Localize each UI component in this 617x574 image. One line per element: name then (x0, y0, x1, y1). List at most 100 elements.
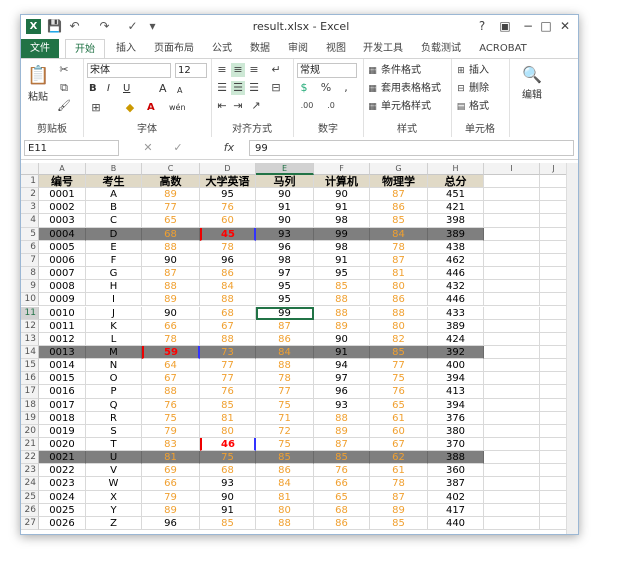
format-as-table-button[interactable]: 套用表格格式 (381, 82, 441, 96)
table-cell[interactable]: 76 (200, 201, 256, 215)
table-cell[interactable]: 446 (428, 293, 484, 307)
tab-file[interactable]: 文件 (21, 39, 59, 58)
table-cell[interactable]: F (86, 253, 142, 268)
shrink-font-button[interactable]: A (177, 84, 182, 98)
table-cell[interactable]: 64 (142, 359, 200, 373)
table-cell[interactable] (540, 254, 566, 268)
table-cell[interactable]: Q (86, 398, 142, 412)
table-cell[interactable]: U (86, 451, 142, 465)
column-header-j[interactable]: J (540, 163, 566, 175)
header-cell[interactable] (540, 175, 566, 189)
orientation-icon[interactable]: ↗ (249, 99, 263, 113)
table-cell[interactable]: 91 (256, 201, 314, 215)
table-cell[interactable]: 66 (314, 477, 370, 491)
table-cell[interactable]: 0017 (39, 398, 86, 412)
table-cell[interactable]: 77 (370, 359, 428, 373)
table-cell[interactable]: 88 (370, 306, 428, 320)
table-cell[interactable] (540, 280, 566, 294)
table-cell[interactable] (540, 320, 566, 333)
table-cell[interactable]: 0003 (39, 214, 86, 228)
name-box[interactable]: E11 (24, 140, 119, 156)
table-cell[interactable]: 90 (314, 188, 370, 202)
table-cell[interactable]: 87 (142, 267, 200, 281)
table-cell[interactable]: 87 (256, 319, 314, 333)
table-cell[interactable] (484, 188, 540, 202)
table-cell[interactable]: 98 (314, 240, 370, 254)
table-cell[interactable] (540, 359, 566, 373)
table-cell[interactable]: 85 (314, 451, 370, 465)
table-cell[interactable]: 88 (142, 240, 200, 254)
table-cell[interactable]: 394 (428, 372, 484, 386)
tab-developer[interactable]: 开发工具 (357, 39, 409, 58)
column-header-a[interactable]: A (39, 163, 86, 175)
table-cell[interactable]: 89 (314, 424, 370, 438)
table-cell[interactable]: 83 (142, 438, 200, 452)
table-cell[interactable]: 69 (142, 464, 200, 478)
table-cell[interactable]: 77 (200, 359, 256, 373)
table-cell[interactable]: 0022 (39, 464, 86, 478)
table-cell[interactable]: 87 (314, 438, 370, 452)
column-header-g[interactable]: G (370, 163, 428, 175)
table-cell[interactable]: 60 (370, 424, 428, 438)
tab-home[interactable]: 开始 (65, 39, 105, 59)
row-header[interactable]: 19 (21, 411, 39, 425)
table-cell[interactable] (484, 227, 540, 241)
currency-icon[interactable]: $ (297, 81, 311, 95)
table-cell[interactable]: 96 (256, 240, 314, 254)
delete-button[interactable]: 删除 (469, 82, 489, 96)
paste-icon[interactable]: 📋 (27, 65, 49, 87)
row-header[interactable]: 24 (21, 477, 39, 491)
row-header[interactable]: 10 (21, 293, 39, 307)
table-cell[interactable]: 78 (370, 477, 428, 491)
table-cell[interactable] (484, 280, 540, 294)
table-cell[interactable]: 413 (428, 385, 484, 399)
table-cell[interactable]: B (86, 201, 142, 215)
table-cell[interactable]: 68 (200, 464, 256, 478)
table-cell[interactable]: 0024 (39, 490, 86, 504)
column-header-c[interactable]: C (142, 163, 200, 175)
table-cell[interactable]: 86 (370, 293, 428, 307)
column-header-d[interactable]: D (200, 163, 256, 175)
table-cell[interactable]: 90 (142, 306, 200, 320)
table-cell[interactable]: 380 (428, 424, 484, 438)
select-all-corner[interactable] (21, 163, 39, 175)
comma-style-icon[interactable]: , (339, 81, 353, 95)
customize-qat-icon[interactable]: ▾ (145, 19, 160, 34)
fill-color-icon[interactable]: ◆ (123, 101, 137, 115)
table-cell[interactable]: 80 (200, 424, 256, 438)
table-cell[interactable]: 387 (428, 477, 484, 491)
table-cell[interactable] (484, 372, 540, 386)
table-cell[interactable]: 90 (314, 332, 370, 346)
row-header[interactable]: 15 (21, 359, 39, 373)
header-cell[interactable]: 物理学 (370, 175, 428, 189)
table-cell[interactable]: 61 (370, 464, 428, 478)
table-cell[interactable]: 86 (256, 464, 314, 478)
table-cell[interactable]: H (86, 280, 142, 294)
table-cell[interactable]: 90 (256, 214, 314, 228)
table-cell[interactable]: 89 (142, 503, 200, 517)
table-cell[interactable] (484, 214, 540, 228)
table-cell[interactable]: 0007 (39, 267, 86, 281)
header-cell[interactable]: 总分 (428, 175, 484, 189)
table-cell[interactable] (540, 372, 566, 386)
table-cell[interactable]: 90 (200, 490, 256, 504)
table-cell[interactable]: M (86, 345, 142, 360)
table-cell[interactable] (540, 267, 566, 281)
table-cell[interactable]: 85 (200, 516, 256, 531)
row-header[interactable]: 7 (21, 253, 39, 268)
table-cell[interactable] (540, 228, 566, 241)
row-header[interactable]: 11 (21, 306, 39, 320)
table-cell[interactable]: 96 (200, 253, 256, 268)
table-cell[interactable]: 0008 (39, 280, 86, 294)
row-header[interactable]: 20 (21, 424, 39, 438)
table-cell[interactable]: 68 (314, 503, 370, 517)
row-header[interactable]: 12 (21, 319, 39, 333)
table-cell[interactable] (484, 201, 540, 215)
table-cell[interactable]: 388 (428, 451, 484, 465)
table-cell[interactable]: E (86, 240, 142, 254)
table-cell[interactable]: 81 (256, 490, 314, 504)
table-cell[interactable]: 0011 (39, 319, 86, 333)
excel-app-icon[interactable]: X (26, 19, 41, 34)
save-icon[interactable]: 💾 (47, 19, 62, 34)
table-cell[interactable]: 0009 (39, 293, 86, 307)
